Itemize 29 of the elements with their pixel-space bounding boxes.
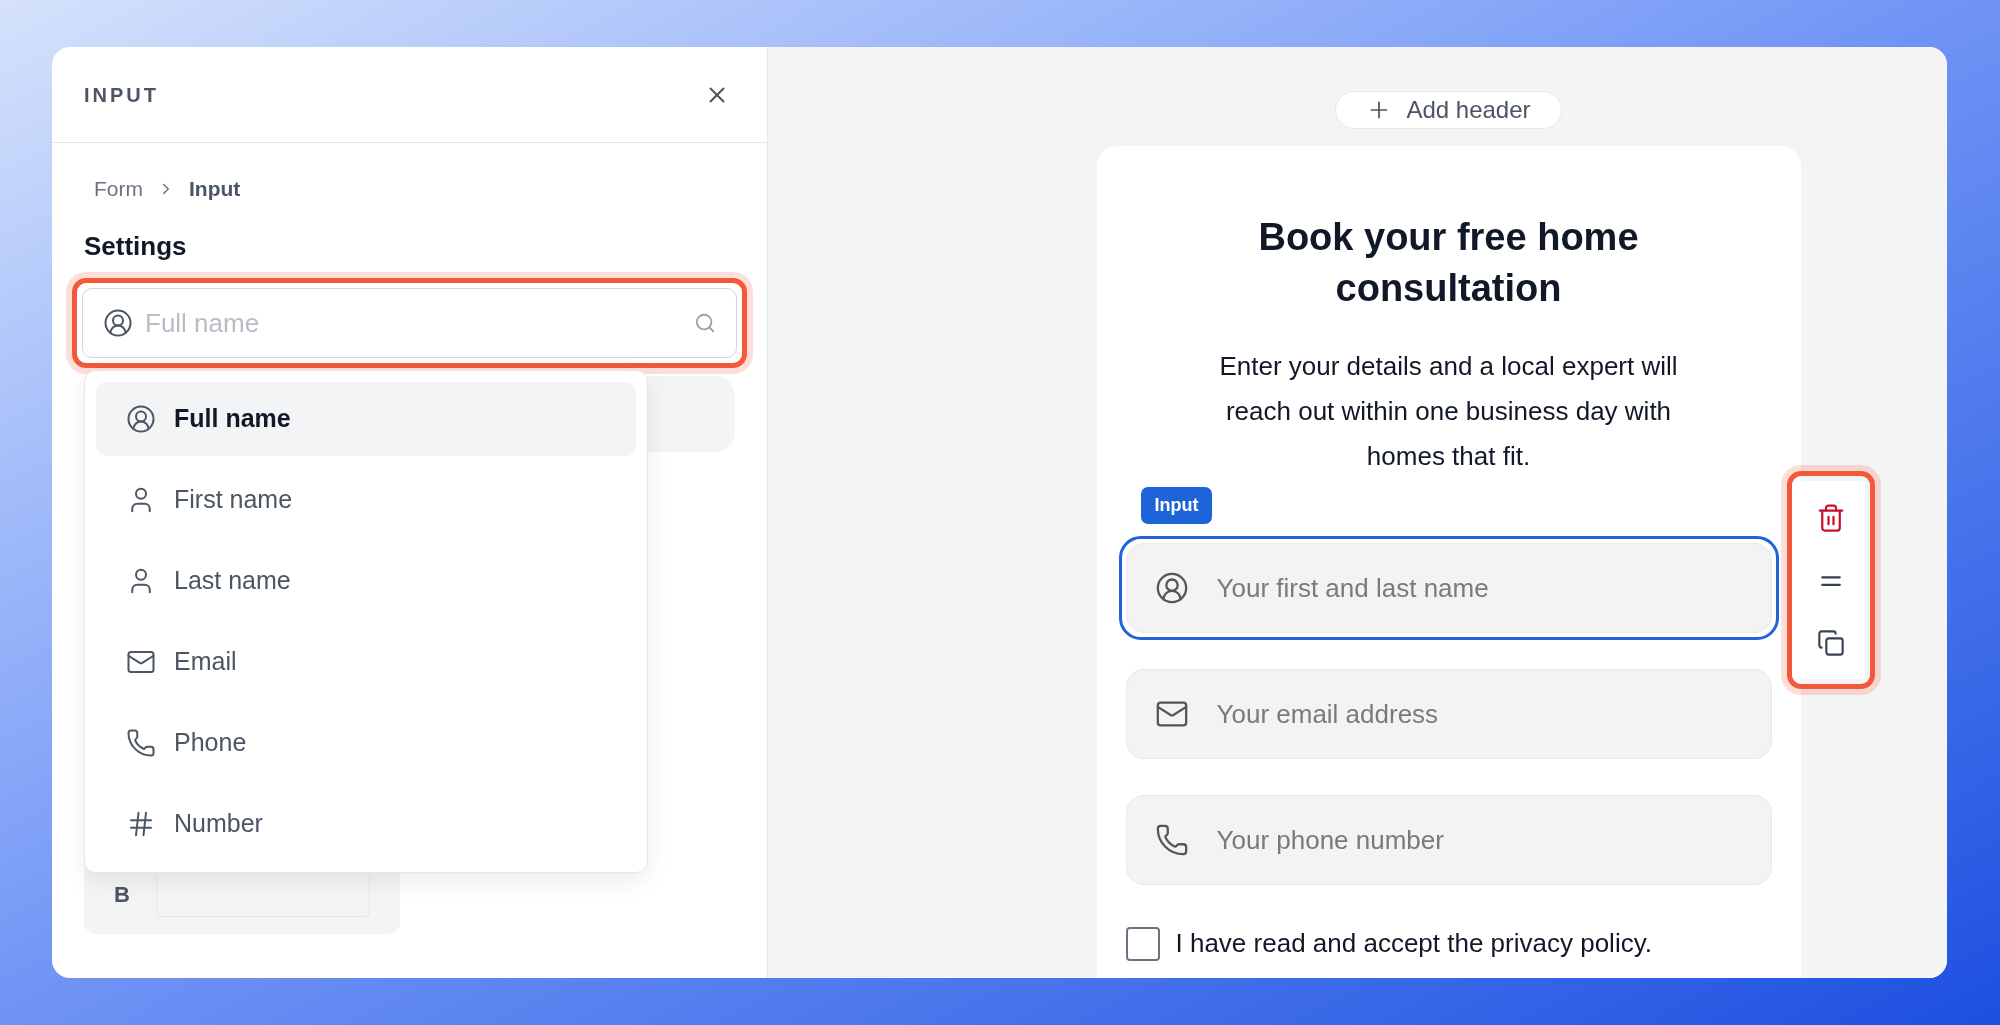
form-title: Book your free home consultation [1257, 215, 1640, 311]
placeholder-text: Full name [145, 306, 261, 340]
breadcrumb-link[interactable]: Input [189, 173, 241, 205]
selection-badge: Input [1140, 487, 1213, 524]
breadcrumb-link[interactable]: Form [94, 173, 143, 205]
phone-icon [126, 728, 156, 758]
section-title: Settings [84, 230, 188, 263]
placeholder-text: Your email address [1216, 697, 1439, 731]
phone-icon [1154, 823, 1189, 857]
input-field[interactable]: Your first and last name [1118, 536, 1779, 640]
add-header-button[interactable]: Add header [1335, 91, 1562, 129]
dropdown-option[interactable]: Email [96, 625, 636, 699]
dropdown-option[interactable]: Full name [96, 382, 636, 456]
placeholder-text: Your phone number [1216, 823, 1444, 857]
search-icon [694, 312, 716, 334]
checkbox[interactable] [1125, 926, 1160, 961]
panel-title: INPUT [84, 82, 159, 108]
dropdown-option[interactable]: Last name [96, 544, 636, 618]
form-description: Enter your details and a local expert will reach out within one business day with homes that fit. [1218, 350, 1679, 473]
user-circle-icon [126, 404, 156, 434]
user-circle-icon [1154, 571, 1189, 605]
copy-icon [1816, 628, 1845, 657]
placeholder-text: Your first and last name [1216, 571, 1489, 605]
row-label: B [114, 880, 130, 909]
dropdown-option[interactable]: Phone [96, 706, 636, 780]
dropdown-option[interactable]: First name [96, 463, 636, 537]
consent-label: I have read and accept the privacy policy. [1175, 927, 1652, 960]
user-circle-icon [103, 308, 133, 338]
dropdown-option[interactable]: Number [96, 787, 636, 861]
